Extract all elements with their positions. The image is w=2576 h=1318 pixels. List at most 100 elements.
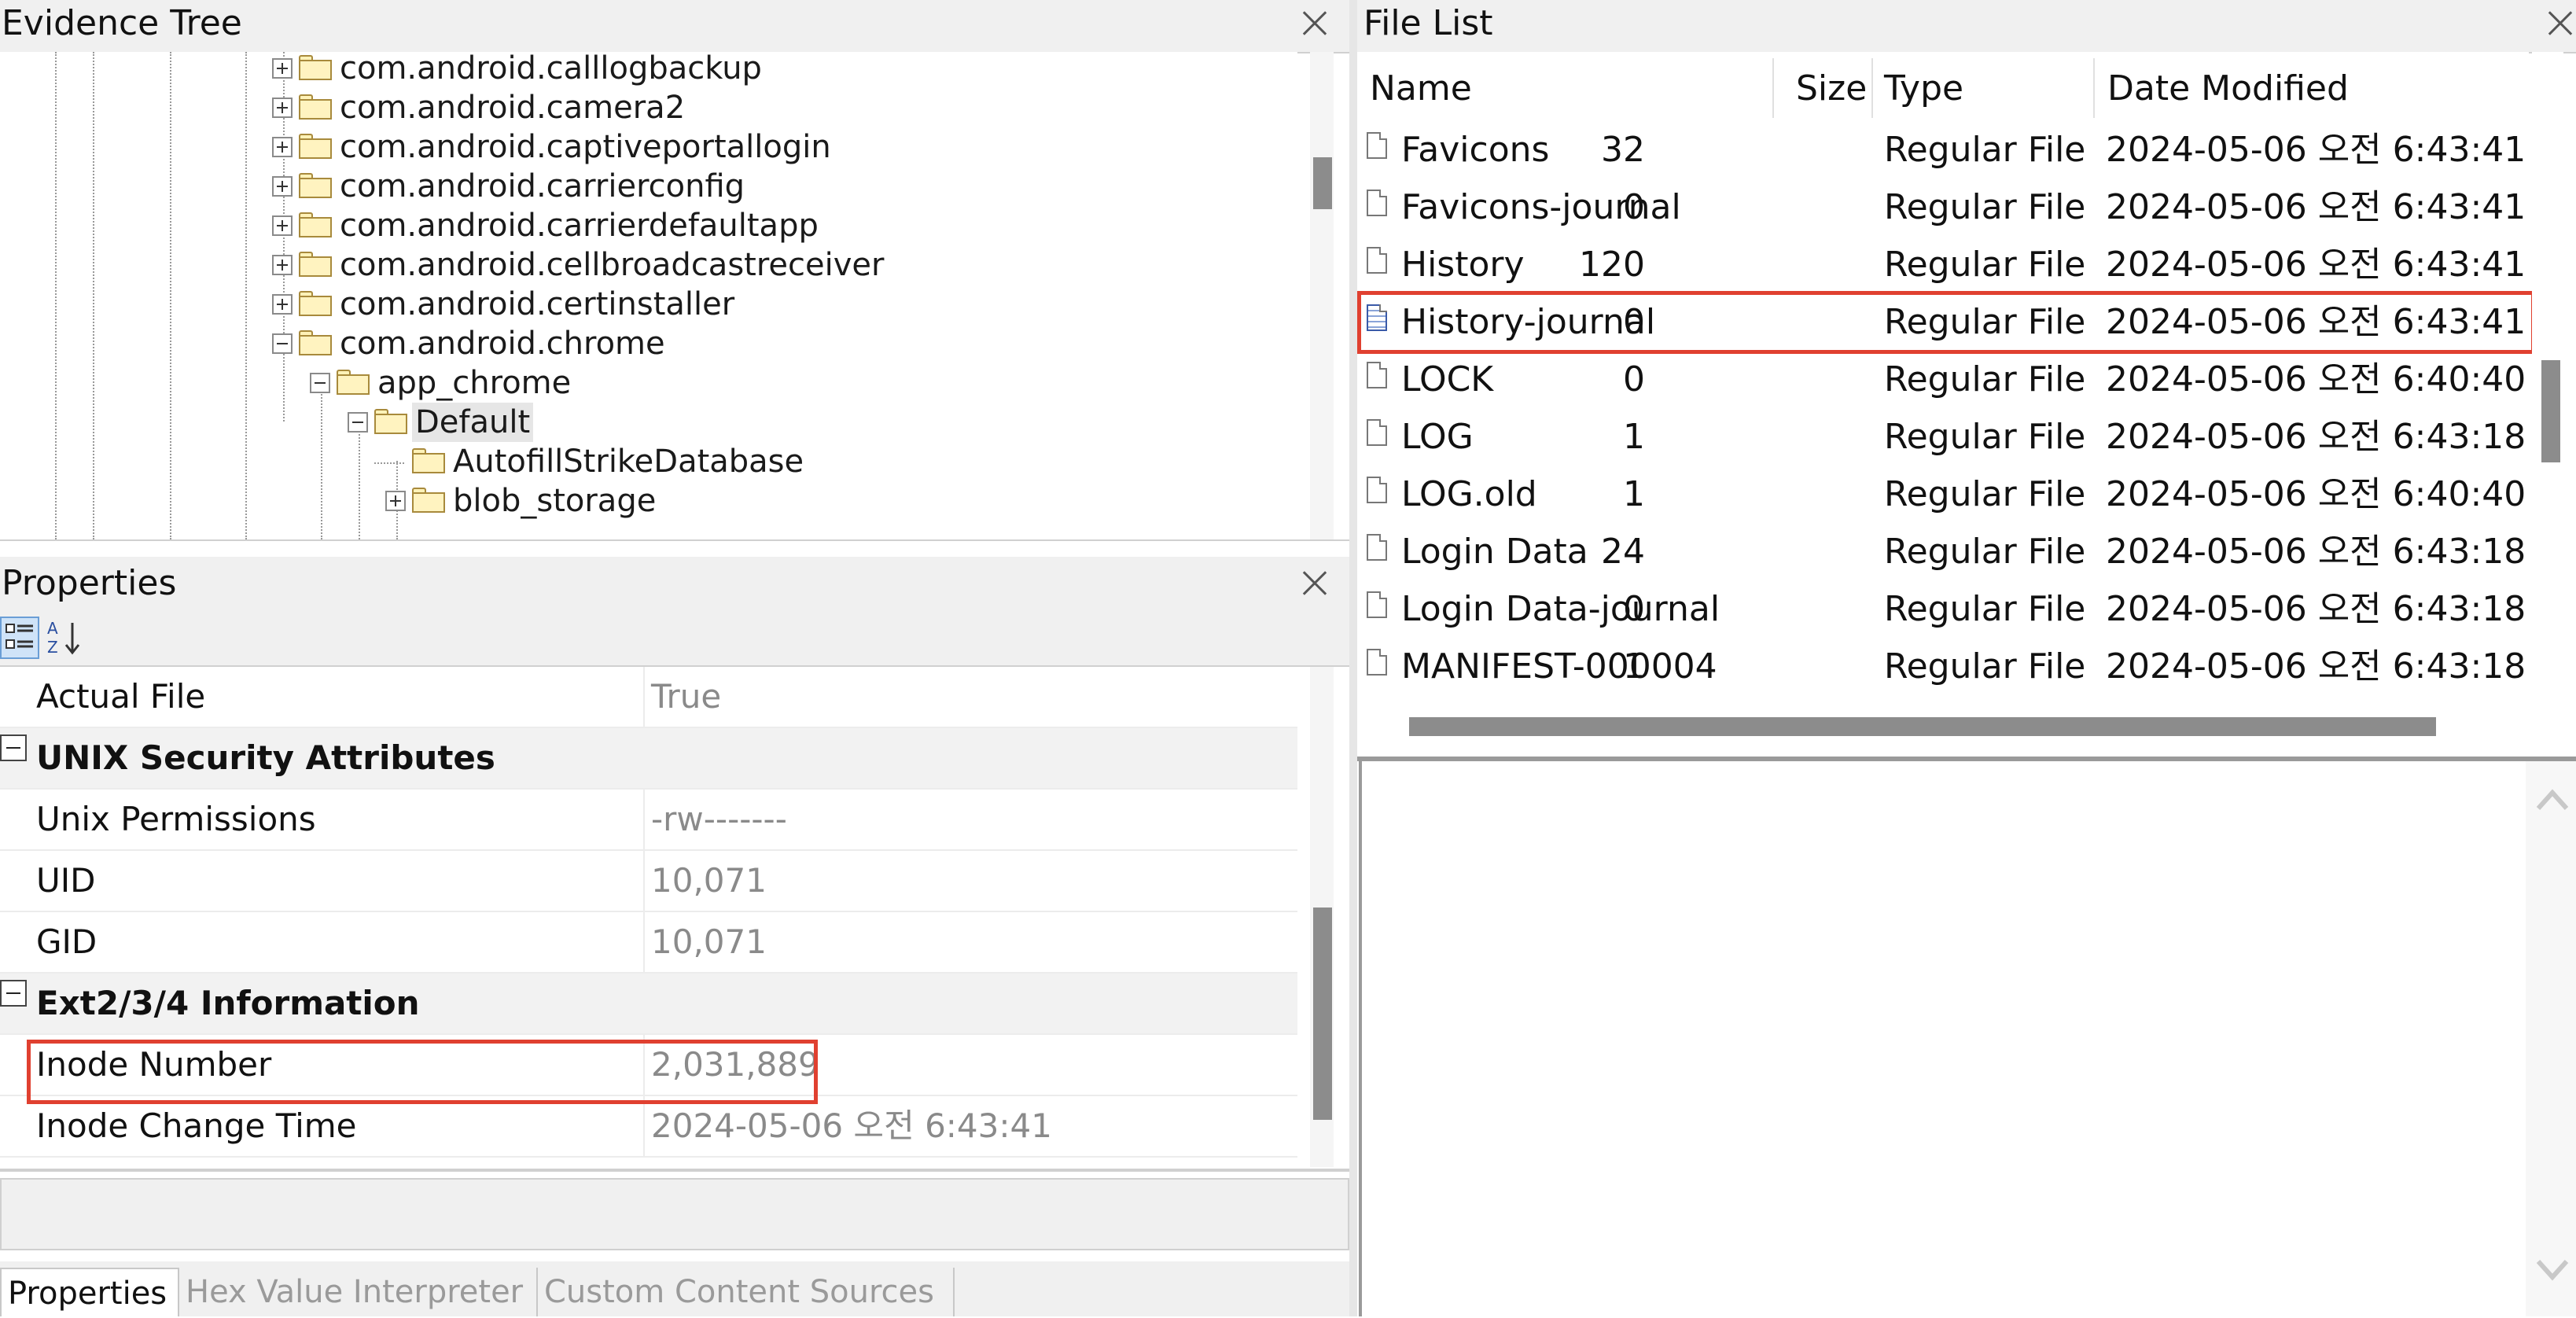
expand-icon[interactable] [272,58,293,79]
property-group[interactable]: UNIX Security Attributes [0,728,1297,790]
collapse-icon[interactable] [272,333,293,354]
column-size[interactable]: Size [1796,55,1867,123]
tree-node-label[interactable]: com.android.calllogbackup [337,52,765,88]
tree-node[interactable]: com.android.chrome [0,324,1297,363]
tree-node[interactable]: com.android.carrierconfig [0,167,1297,206]
properties-close-icon[interactable] [1296,565,1334,602]
property-value[interactable]: 2024-05-06 오전 6:43:41 [651,1096,1052,1156]
property-column-divider [643,851,645,911]
file-icon [1367,591,1387,618]
file-icon [1367,304,1387,331]
file-type: Regular File [1884,359,2086,399]
collapse-icon[interactable] [310,373,330,393]
file-row[interactable]: History 120 Regular File 2024-05-06 오전 6:43… [1357,236,2529,293]
collapse-icon[interactable] [348,412,368,433]
panel-divider[interactable] [0,539,1349,541]
tree-node[interactable]: com.android.cellbroadcastreceiver [0,245,1297,285]
property-row[interactable]: Actual File True [0,667,1297,728]
property-row[interactable]: Inode Change Time 2024-05-06 오전 6:43:41 [0,1096,1297,1158]
evidence-tree-title: Evidence Tree [2,3,242,43]
property-value[interactable]: 2,031,889 [651,1035,819,1095]
properties-scrollbar[interactable] [1310,667,1334,1167]
property-value[interactable]: -rw------- [651,790,787,849]
expand-icon[interactable] [272,255,293,275]
expand-icon[interactable] [272,176,293,197]
tree-node-label[interactable]: app_chrome [374,363,574,403]
vertical-splitter[interactable] [1349,0,1357,1316]
collapse-icon[interactable] [0,734,27,761]
expand-icon[interactable] [272,137,293,157]
scroll-up-icon[interactable] [2534,785,2571,816]
tree-node-label[interactable]: com.android.certinstaller [337,285,738,324]
tree-scrollbar-thumb[interactable] [1313,157,1332,209]
property-group[interactable]: Ext2/3/4 Information [0,974,1297,1035]
property-value[interactable]: 10,071 [651,912,767,972]
tree-node[interactable]: com.android.camera2 [0,88,1297,127]
tab-hex-value-interpreter[interactable]: Hex Value Interpreter [179,1268,538,1316]
tree-node-label[interactable]: com.android.captiveportallogin [337,127,834,167]
column-divider[interactable] [1871,58,1873,118]
categorized-view-icon[interactable] [0,617,39,659]
tab-custom-content-sources[interactable]: Custom Content Sources [538,1268,955,1316]
file-row[interactable]: LOG 1 Regular File 2024-05-06 오전 6:43:18 [1357,408,2529,466]
sort-az-icon[interactable]: A Z [44,617,83,659]
expand-icon[interactable] [272,215,293,236]
tree-node[interactable]: com.android.captiveportallogin [0,127,1297,167]
tree-node[interactable]: app_chrome [0,363,1297,403]
column-date-modified[interactable]: Date Modified [2107,55,2349,123]
tree-node[interactable]: com.android.certinstaller [0,285,1297,324]
property-row[interactable]: Inode Number 2,031,889 [0,1035,1297,1096]
tree-node-label[interactable]: blob_storage [450,481,659,521]
file-row[interactable]: History-journal 0 Regular File 2024-05-06 오… [1357,293,2529,351]
properties-scrollbar-thumb[interactable] [1313,908,1332,1120]
property-row[interactable]: GID 10,071 [0,912,1297,974]
property-value[interactable]: True [651,667,721,727]
expand-icon[interactable] [272,98,293,118]
tree-node-label[interactable]: Default [412,403,534,442]
tree-node-label[interactable]: com.android.camera2 [337,88,688,127]
tree-node[interactable]: blob_storage [0,481,1297,521]
tree-node-label[interactable]: com.android.carrierdefaultapp [337,206,822,245]
tree-node[interactable]: com.android.calllogbackup [0,52,1297,88]
file-row[interactable]: MANIFEST-000004 1 Regular File 2024-05-06 오… [1357,638,2529,695]
property-value[interactable]: 10,071 [651,851,767,911]
tab-properties[interactable]: Properties [0,1268,179,1316]
file-list-hscrollbar[interactable] [1357,708,2532,746]
property-column-divider [643,912,645,972]
column-divider[interactable] [2093,58,2095,118]
column-type[interactable]: Type [1884,55,1963,123]
properties-toolbar: A Z [0,610,1349,665]
evidence-tree-close-icon[interactable] [1296,5,1334,42]
scroll-down-icon[interactable] [2534,1254,2571,1285]
file-row[interactable]: Favicons-journal 0 Regular File 2024-05-06 … [1357,179,2529,236]
file-date-modified: 2024-05-06 오전 6:43:41 [2106,302,2526,342]
tree-node[interactable]: AutofillStrikeDatabase [0,442,1297,481]
file-row[interactable]: LOCK 0 Regular File 2024-05-06 오전 6:40:40 [1357,351,2529,408]
content-viewer-scrollbar[interactable] [2526,761,2576,1316]
file-list-vscrollbar[interactable] [2532,52,2563,705]
file-list-close-icon[interactable] [2541,5,2576,42]
property-column-divider [643,667,645,727]
tree-node[interactable]: com.android.carrierdefaultapp [0,206,1297,245]
property-row[interactable]: UID 10,071 [0,851,1297,912]
tree-node-label[interactable]: AutofillStrikeDatabase [450,442,807,481]
file-row[interactable]: LOG.old 1 Regular File 2024-05-06 오전 6:40:4… [1357,466,2529,523]
column-name[interactable]: Name [1370,55,1472,123]
expand-icon[interactable] [272,294,293,315]
file-list-hscrollbar-thumb[interactable] [1409,717,2436,736]
file-list-vscrollbar-thumb[interactable] [2541,360,2560,462]
tree-scrollbar[interactable] [1310,52,1334,539]
expand-icon[interactable] [385,491,406,511]
tree-node-label[interactable]: com.android.carrierconfig [337,167,748,206]
property-row[interactable]: Unix Permissions -rw------- [0,790,1297,851]
collapse-icon[interactable] [0,980,27,1007]
tree-node[interactable]: Default [0,403,1297,442]
tree-node-label[interactable]: com.android.cellbroadcastreceiver [337,245,887,285]
file-row[interactable]: Login Data 24 Regular File 2024-05-06 오전 6:… [1357,523,2529,580]
file-row[interactable]: Login Data-journal 0 Regular File 2024-05-0… [1357,580,2529,638]
column-divider[interactable] [1772,58,1774,118]
property-column-divider [643,1096,645,1156]
file-row[interactable]: Favicons 32 Regular File 2024-05-06 오전 6:43… [1357,121,2529,179]
file-icon [1367,477,1387,503]
tree-node-label[interactable]: com.android.chrome [337,324,668,363]
